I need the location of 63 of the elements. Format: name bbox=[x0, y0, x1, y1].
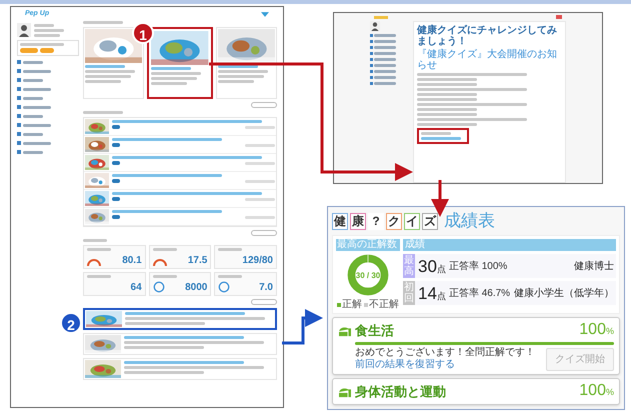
profile-summary bbox=[34, 24, 64, 36]
category-percent: 100% bbox=[579, 382, 614, 401]
review-link[interactable]: 前回の結果を復習する bbox=[355, 359, 535, 371]
record-value: 64 bbox=[130, 283, 142, 293]
title-tile: 康 bbox=[350, 212, 366, 230]
article-row[interactable] bbox=[84, 172, 276, 190]
rank-label: 健康博士 bbox=[574, 260, 615, 274]
food-icon bbox=[338, 324, 352, 336]
article-row[interactable] bbox=[84, 208, 276, 226]
results-title: 成績表 bbox=[444, 210, 495, 232]
legend-label: 正解 bbox=[342, 299, 362, 310]
health-status-panel bbox=[17, 40, 79, 56]
link-section[interactable] bbox=[417, 128, 469, 144]
record-card[interactable]: 80.1 bbox=[83, 245, 146, 269]
donut-chart bbox=[346, 253, 390, 297]
score-tag: 最高 bbox=[403, 254, 415, 278]
record-card[interactable]: 17.5 bbox=[148, 245, 212, 269]
connector-arrow bbox=[282, 309, 323, 344]
record-value: 80.1 bbox=[122, 256, 142, 266]
category-percent: 100% bbox=[579, 321, 614, 340]
avatar-icon bbox=[370, 21, 380, 31]
progress-ring-icon bbox=[218, 281, 230, 293]
notice-heading: 『健康クイズ』大会開催のお知らせ bbox=[417, 49, 558, 71]
record-card[interactable]: 64 bbox=[83, 272, 146, 296]
title-tile: ク bbox=[386, 212, 402, 230]
score-points: 14点 bbox=[418, 284, 446, 302]
title-tile: 健 bbox=[332, 212, 348, 230]
result-message: おめでとうございます！全問正解です！ bbox=[355, 347, 535, 359]
article-row[interactable] bbox=[84, 136, 276, 154]
avatar-icon bbox=[17, 23, 31, 37]
banner-card[interactable] bbox=[83, 308, 277, 330]
record-value: 8000 bbox=[185, 283, 208, 293]
correct-rate: 正答率 100% bbox=[448, 260, 508, 274]
article-row[interactable] bbox=[84, 190, 276, 208]
title-tile: ? bbox=[368, 212, 384, 230]
record-card[interactable]: 8000 bbox=[148, 272, 212, 296]
food-icon bbox=[338, 386, 352, 398]
record-card[interactable]: 7.0 bbox=[214, 272, 277, 296]
section-header: 最高の正解数 bbox=[336, 239, 400, 251]
score-points: 30点 bbox=[418, 258, 446, 274]
progress-ring-icon bbox=[152, 281, 165, 293]
notice-card[interactable] bbox=[147, 27, 213, 99]
legend-label: 不正解 bbox=[369, 299, 399, 310]
gauge-icon bbox=[87, 258, 101, 266]
article-row[interactable] bbox=[84, 118, 276, 136]
correct-rate: 正答率 46.7% bbox=[448, 286, 510, 300]
start-quiz-button[interactable]: クイズ開始 bbox=[546, 348, 614, 370]
gauge-icon bbox=[152, 258, 167, 266]
rank-label: 健康小学生（低学年） bbox=[514, 286, 615, 300]
record-value: 129/80 bbox=[242, 256, 273, 266]
page-title: 健康クイズにチャレンジしてみましょう！ bbox=[417, 25, 558, 47]
user-menu-icon[interactable] bbox=[261, 12, 269, 16]
record-value: 7.0 bbox=[259, 283, 273, 293]
category-name: 身体活動と運動 bbox=[355, 384, 446, 399]
title-tile: イ bbox=[404, 212, 420, 230]
record-card[interactable]: 129/80 bbox=[214, 245, 277, 269]
donut-label: 30 / 30 bbox=[356, 270, 380, 282]
title-tile: ズ bbox=[422, 212, 438, 230]
record-value: 17.5 bbox=[188, 256, 208, 266]
section-header: 成績 bbox=[403, 239, 616, 251]
article-row[interactable] bbox=[84, 154, 276, 172]
category-name: 食生活 bbox=[355, 323, 394, 338]
score-tag: 初回 bbox=[403, 281, 415, 305]
